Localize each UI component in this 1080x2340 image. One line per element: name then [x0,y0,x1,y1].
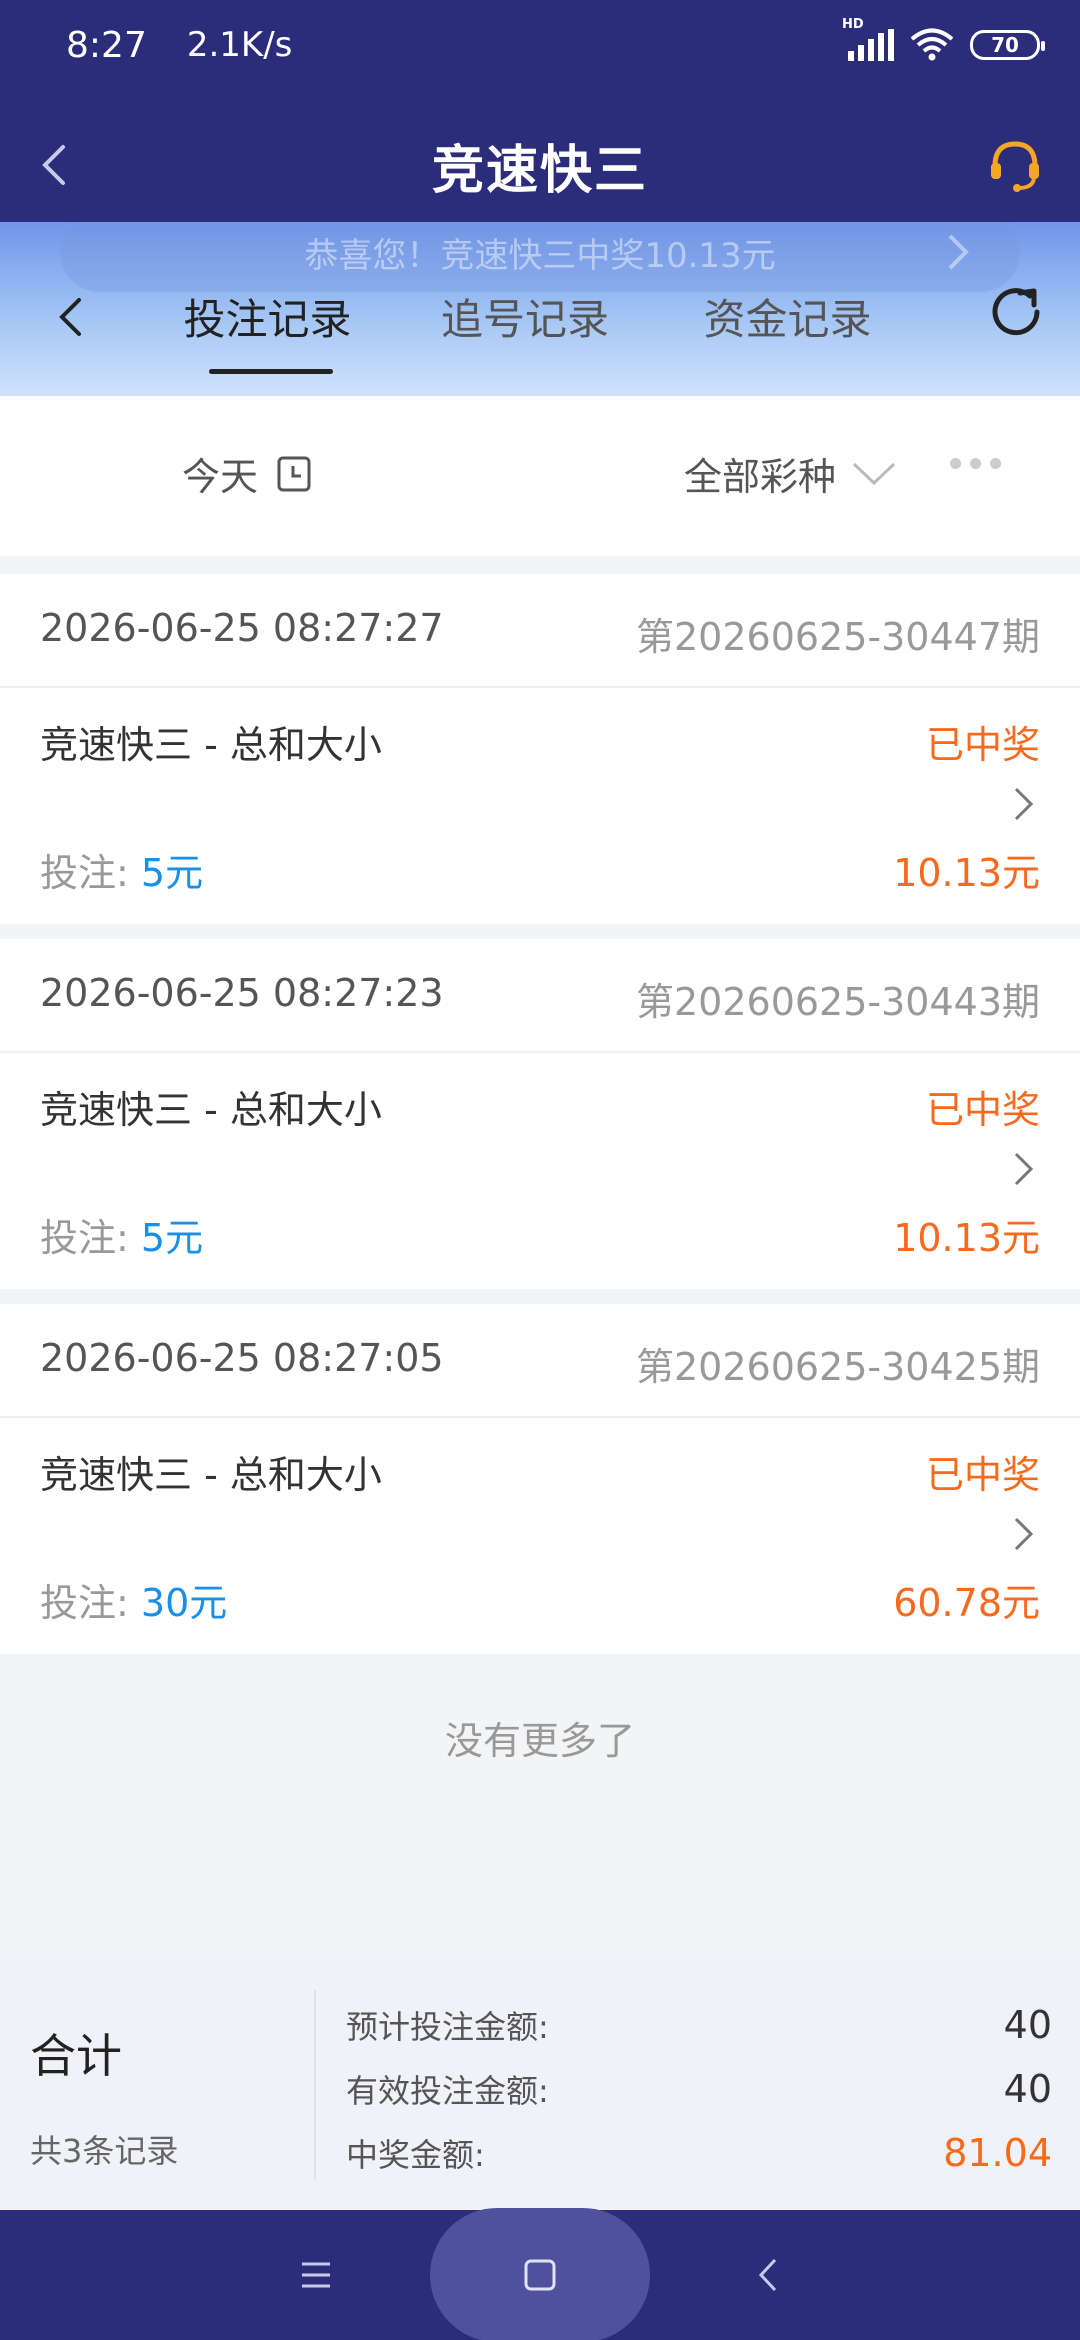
record-win-amount: 60.78元 [893,1581,1040,1625]
summary-win-amount: 中奖金额: 81.04 [346,2130,1052,2176]
network-type-label: HD [842,17,864,32]
chevron-right-icon [1004,782,1044,826]
summary-panel: 合计 共3条记录 预计投注金额: 40 有效投注金额: 40 中奖金额: 81.… [0,1960,1080,2210]
date-filter[interactable]: 今天 [182,446,312,501]
record-bet: 投注: 5元 [40,842,203,897]
active-tab-indicator [209,369,333,374]
filter-bar: 今天 全部彩种 [0,396,1080,556]
tab-label: 投注记录 [183,294,352,344]
tab-chase-records[interactable]: 追号记录 [395,276,655,356]
refresh-icon [992,288,1040,336]
square-icon [524,2259,556,2291]
bet-amount: 30元 [140,1581,228,1625]
app-top-bar: 8:27 2.1K/s HD 70 竞速快三 [0,0,1080,222]
tab-label: 资金记录 [703,294,872,344]
lottery-type-filter[interactable]: 全部彩种 [684,446,896,501]
system-nav-bar [0,2208,1080,2340]
summary-label: 预计投注金额: [346,2008,549,2046]
lottery-type-label: 全部彩种 [684,455,837,499]
divider [314,1990,316,2180]
page-title: 竞速快三 [431,140,648,201]
bet-amount: 5元 [140,1216,204,1260]
battery-level: 70 [991,33,1019,57]
bet-record-card[interactable]: 2026-06-25 08:27:27 第20260625-30447期 竞速快… [0,574,1080,924]
chevron-down-icon [852,462,896,485]
bet-amount: 5元 [140,851,204,895]
record-issue: 第20260625-30443期 [635,980,1040,1024]
chevron-right-icon [1004,1512,1044,1556]
record-win-amount: 10.13元 [893,1216,1040,1260]
status-bar: 8:27 2.1K/s HD 70 [66,17,1045,70]
chevron-left-icon [42,145,65,185]
bet-record-card[interactable]: 2026-06-25 08:27:05 第20260625-30425期 竞速快… [0,1304,1080,1654]
record-bet: 投注: 5元 [40,1207,203,1262]
status-time: 8:27 [66,24,147,66]
system-back-button[interactable] [728,2235,808,2315]
summary-expected-bet: 预计投注金额: 40 [346,2002,1052,2048]
record-issue: 第20260625-30425期 [635,1345,1040,1389]
summary-value: 40 [1003,2003,1052,2047]
record-status: 已中奖 [925,1088,1040,1132]
summary-valid-bet: 有效投注金额: 40 [346,2066,1052,2112]
tab-label: 追号记录 [440,294,609,344]
record-header: 2026-06-25 08:27:23 第20260625-30443期 [0,939,1080,1053]
record-issue: 第20260625-30447期 [635,615,1040,659]
record-bet: 投注: 30元 [40,1572,227,1627]
tab-bet-records[interactable]: 投注记录 [140,276,395,374]
status-network-speed: 2.1K/s [186,25,293,65]
chevron-left-icon [59,298,81,336]
tab-fund-records[interactable]: 资金记录 [655,276,920,356]
summary-value: 81.04 [943,2131,1052,2175]
record-time: 2026-06-25 08:27:05 [40,1336,444,1380]
chevron-right-icon [948,234,969,270]
battery-icon: 70 [970,30,1045,60]
tab-back-button[interactable] [40,282,100,352]
customer-service-button[interactable] [980,130,1050,200]
app-header: 竞速快三 [0,110,1080,220]
summary-label: 有效投注金额: [346,2072,549,2110]
record-tabs: 投注记录 追号记录 资金记录 [150,276,920,374]
record-status: 已中奖 [925,723,1040,767]
wifi-icon [910,28,954,61]
date-filter-label: 今天 [182,455,259,499]
bet-label: 投注: [40,1581,129,1625]
clock-icon [277,456,311,491]
record-header: 2026-06-25 08:27:27 第20260625-30447期 [0,574,1080,688]
record-status: 已中奖 [925,1453,1040,1497]
menu-icon [302,2262,330,2288]
record-game-name: 竞速快三 - 总和大小 [40,1453,382,1497]
record-time: 2026-06-25 08:27:23 [40,971,444,1015]
bet-label: 投注: [40,851,129,895]
headset-icon [991,141,1039,192]
record-game-name: 竞速快三 - 总和大小 [40,1088,382,1132]
header-back-button[interactable] [24,130,84,200]
chevron-left-icon [758,2258,777,2292]
refresh-button[interactable] [976,272,1056,352]
summary-total: 合计 共3条记录 [30,2020,178,2172]
signal-icon: HD [842,17,894,61]
record-header: 2026-06-25 08:27:05 第20260625-30425期 [0,1304,1080,1418]
bet-record-card[interactable]: 2026-06-25 08:27:23 第20260625-30443期 竞速快… [0,939,1080,1289]
home-button[interactable] [430,2208,650,2340]
record-win-amount: 10.13元 [893,851,1040,895]
tab-bar: 恭喜您！竞速快三中奖10.13元 投注记录 追号记录 资金记录 [0,222,1080,396]
record-game-name: 竞速快三 - 总和大小 [40,723,382,767]
no-more-label: 没有更多了 [444,1719,635,1763]
more-options-button[interactable] [950,458,1001,469]
record-time: 2026-06-25 08:27:27 [40,606,444,650]
toast-text: 恭喜您！竞速快三中奖10.13元 [304,235,776,276]
summary-value: 40 [1003,2067,1052,2111]
summary-title: 合计 [30,2029,122,2083]
bet-label: 投注: [40,1216,129,1260]
summary-record-count: 共3条记录 [30,2132,179,2170]
summary-label: 中奖金额: [346,2136,485,2174]
recents-button[interactable] [276,2235,356,2315]
chevron-right-icon [1004,1147,1044,1191]
